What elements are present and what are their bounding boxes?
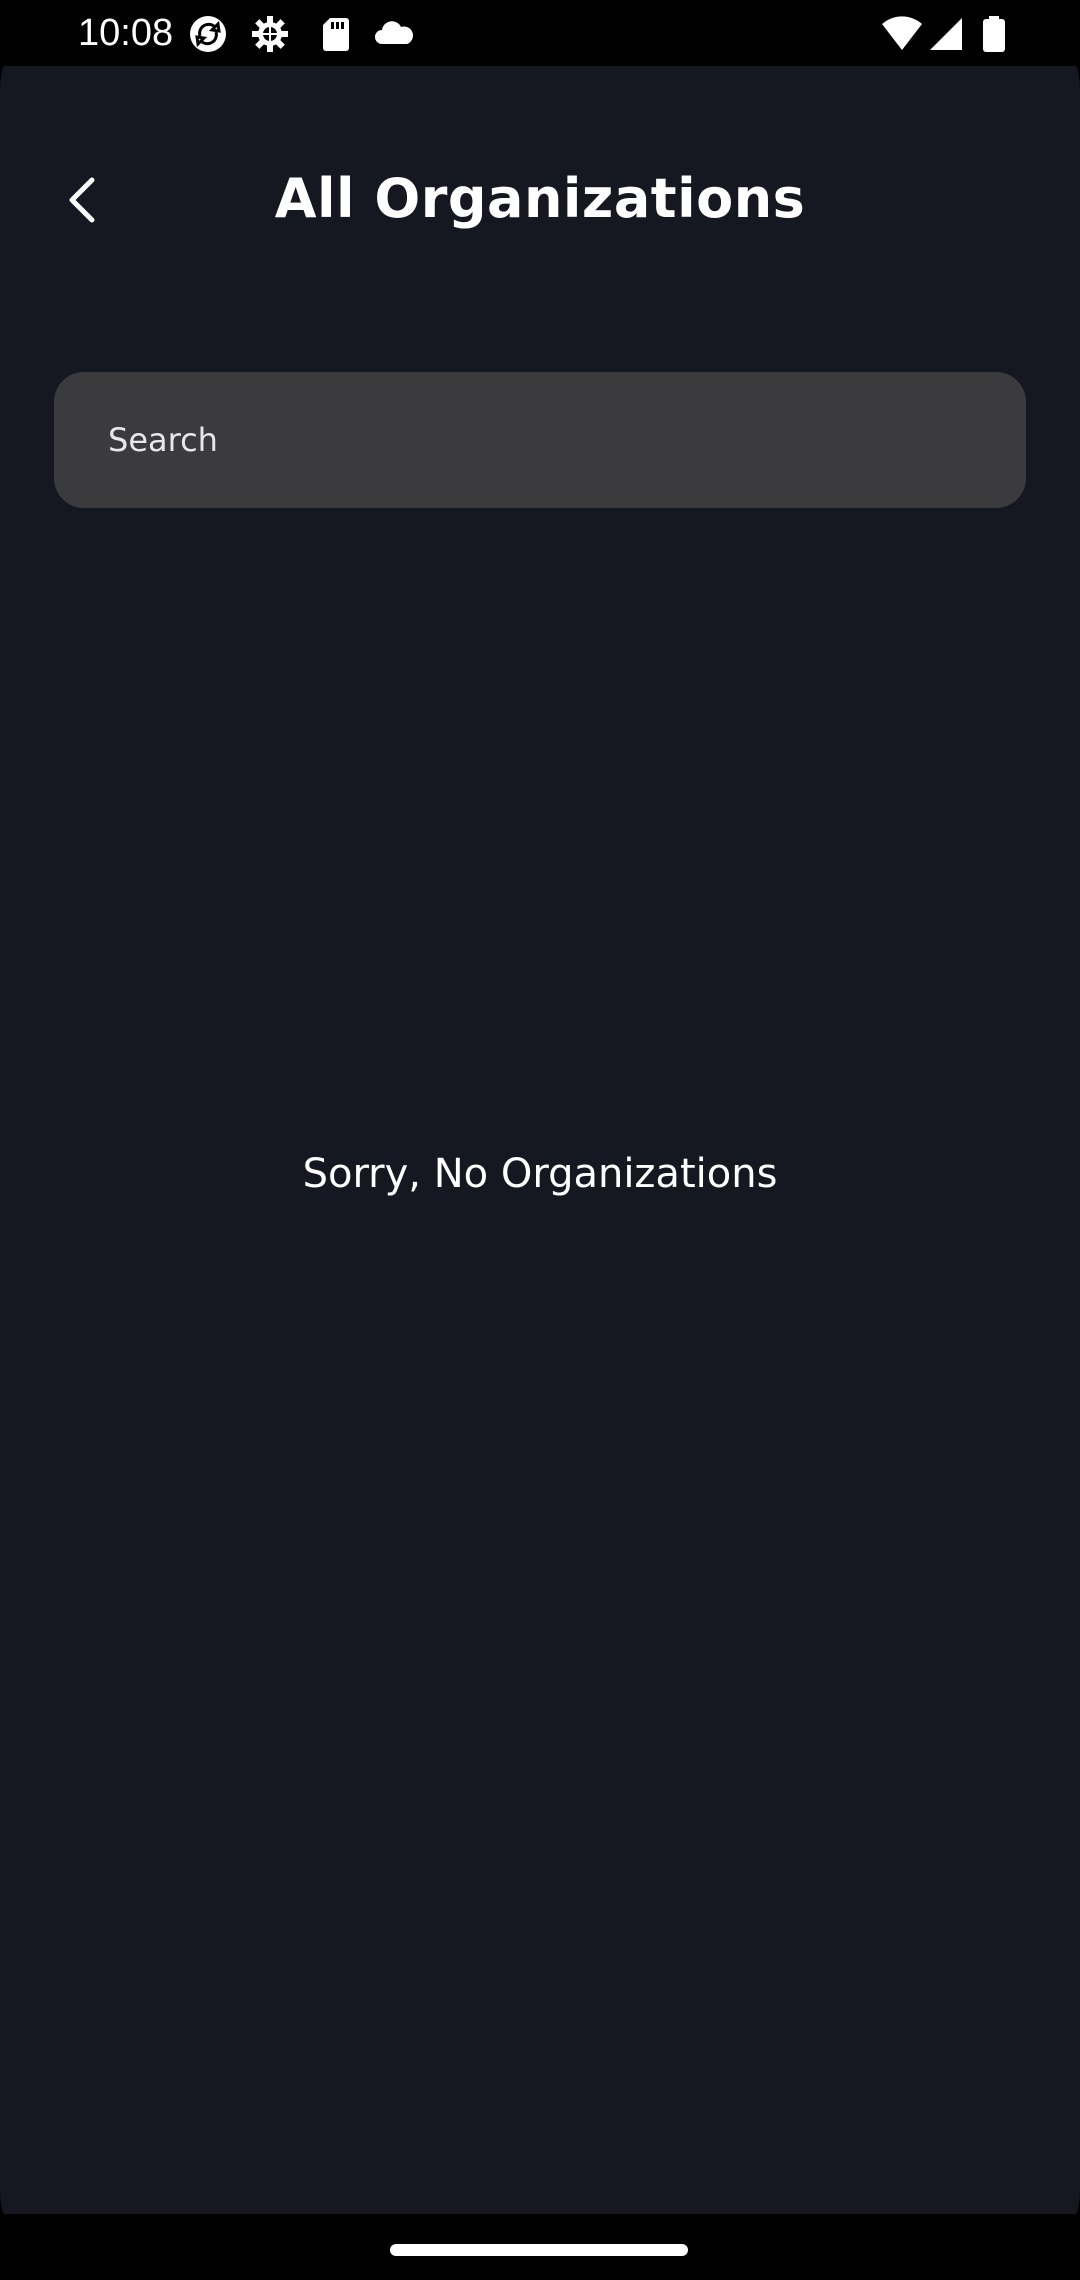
page-title: All Organizations [274,167,806,230]
sync-icon [188,14,228,54]
battery-icon [978,14,1010,54]
wifi-icon [880,14,924,54]
cloud-icon [372,14,416,54]
phone-screen: 10:08 All Organizations Search Sorry, No… [0,0,1080,2280]
sd-card-icon [316,14,356,54]
status-bar: 10:08 [0,0,1080,66]
search-input[interactable] [108,372,988,508]
empty-state-message: Sorry, No Organizations [302,1151,778,1197]
search-box[interactable] [54,372,1026,508]
home-indicator[interactable] [390,2244,688,2256]
organizations-screen: All Organizations Sorry, No Organization… [0,66,1080,2214]
status-time: 10:08 [78,12,174,54]
settings-gear-icon [250,14,290,54]
navigation-bar [0,2214,1080,2280]
cellular-signal-icon [926,14,966,54]
